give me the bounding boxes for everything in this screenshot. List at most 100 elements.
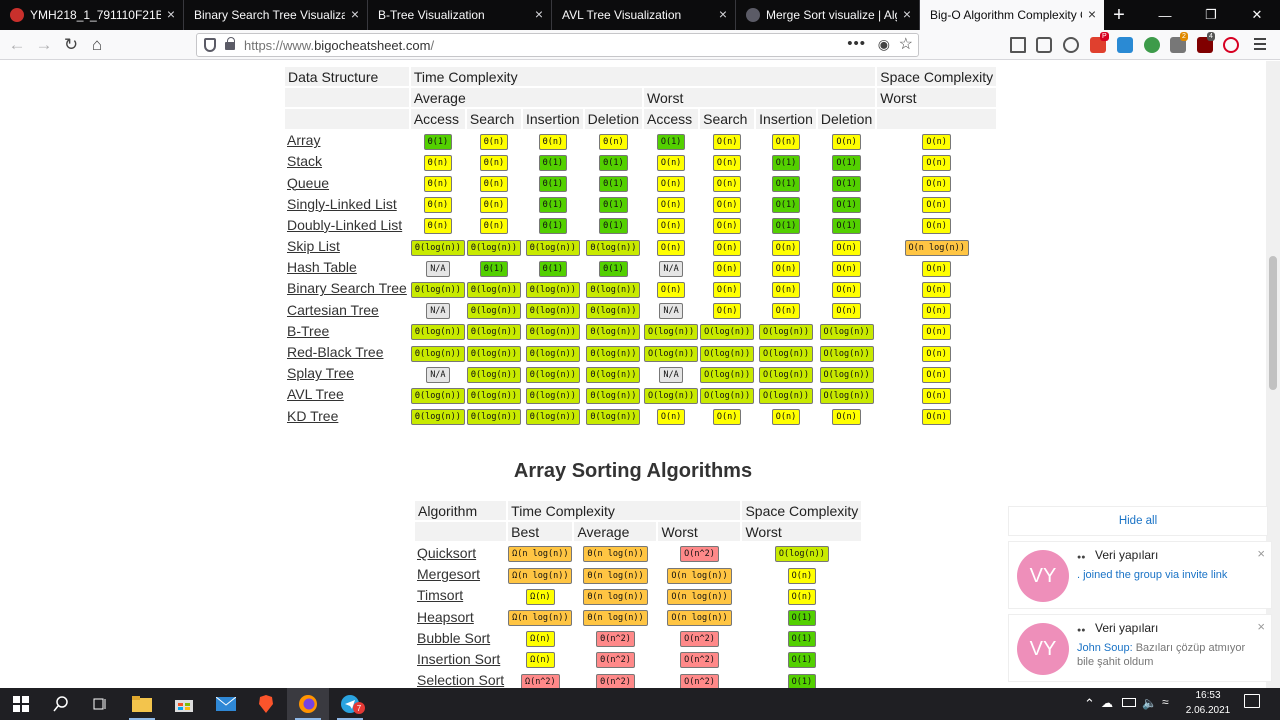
row-name-cell: Hash Table (285, 258, 409, 277)
complexity-cell: O(n) (700, 300, 754, 320)
complexity-badge: O(log(n)) (758, 366, 814, 383)
lock-icon[interactable] (225, 37, 235, 50)
complexity-cell: O(1) (756, 173, 816, 193)
new-tab-button[interactable]: + (1104, 0, 1134, 30)
battery-icon[interactable] (1122, 698, 1136, 707)
close-window-button[interactable]: ✕ (1234, 0, 1280, 30)
algorithm-link[interactable]: Timsort (417, 587, 463, 603)
data-structure-link[interactable]: Array (287, 132, 320, 148)
hamburger-menu-icon[interactable] (1254, 38, 1266, 53)
library-icon[interactable] (1010, 37, 1026, 53)
bookmark-star-icon[interactable]: ☆ (899, 34, 913, 54)
maximize-button[interactable]: ❐ (1188, 0, 1234, 30)
extension-green-icon[interactable] (1144, 37, 1160, 53)
browser-tab[interactable]: Merge Sort visualize | Algorithms × (736, 0, 920, 30)
complexity-cell: Θ(log(n)) (466, 321, 521, 341)
complexity-cell: Θ(n^2) (574, 649, 656, 669)
url-text[interactable]: https://www.bigocheatsheet.com/ (244, 38, 434, 53)
file-explorer-icon[interactable] (121, 688, 163, 720)
data-structure-link[interactable]: Hash Table (287, 259, 357, 275)
back-icon[interactable]: ← (6, 34, 28, 56)
data-structure-link[interactable]: Binary Search Tree (287, 280, 407, 296)
space-complexity-cell: O(1) (742, 628, 861, 648)
data-structure-link[interactable]: Skip List (287, 238, 340, 254)
clock-time[interactable]: 16:53 (1186, 690, 1230, 701)
data-structure-link[interactable]: Singly-Linked List (287, 196, 397, 212)
tab-title: YMH218_1_791110F21B: Veri Yapıları (30, 8, 161, 22)
hide-all-notifications-link[interactable]: Hide all (1008, 506, 1268, 536)
page-actions-icon[interactable]: ••• (847, 35, 866, 52)
clock-date[interactable]: 2.06.2021 (1182, 705, 1234, 716)
complexity-cell: Θ(log(n)) (410, 385, 465, 404)
chat-notification[interactable]: VY ●● Veri yapıları . joined the group via … (1008, 541, 1272, 609)
close-tab-icon[interactable]: × (167, 7, 175, 21)
mail-icon[interactable] (205, 688, 247, 720)
data-structure-link[interactable]: Doubly-Linked List (287, 217, 402, 233)
algorithm-link[interactable]: Heapsort (417, 609, 474, 625)
video-extension-icon[interactable] (1223, 37, 1239, 53)
browser-tab[interactable]: B-Tree Visualization × (368, 0, 552, 30)
tray-chevron-icon[interactable]: ⌃ (1084, 696, 1095, 712)
telegram-icon[interactable]: 7 (329, 688, 371, 720)
action-center-icon[interactable] (1244, 694, 1260, 708)
reload-icon[interactable]: ↻ (60, 34, 82, 56)
data-structure-link[interactable]: Queue (287, 175, 329, 191)
browser-tab[interactable]: YMH218_1_791110F21B: Veri Yapıları × (0, 0, 184, 30)
firefox-icon[interactable] (287, 688, 329, 720)
store-icon[interactable] (163, 688, 205, 720)
close-tab-icon[interactable]: × (1088, 7, 1096, 21)
data-structure-link[interactable]: Splay Tree (287, 365, 354, 381)
complexity-cell: Θ(n) (411, 194, 465, 214)
close-tab-icon[interactable]: × (351, 7, 359, 21)
scrollbar-thumb[interactable] (1269, 256, 1277, 390)
complexity-cell: Θ(log(n)) (523, 321, 583, 341)
data-structure-link[interactable]: KD Tree (287, 408, 338, 424)
header-operation: Deletion (584, 109, 643, 129)
extension-blue-icon[interactable] (1117, 37, 1133, 53)
volume-icon[interactable]: 🔈 (1142, 696, 1157, 710)
browser-tab[interactable]: Big-O Algorithm Complexity Cheat Sheet × (920, 0, 1104, 30)
onedrive-icon[interactable]: ☁ (1101, 696, 1113, 710)
account-icon[interactable] (1063, 37, 1079, 53)
start-button[interactable] (0, 688, 42, 720)
data-structure-link[interactable]: Red-Black Tree (287, 344, 383, 360)
algorithm-link[interactable]: Insertion Sort (417, 651, 500, 667)
complexity-cell: O(n) (644, 406, 698, 426)
wifi-icon[interactable]: ≈ (1162, 695, 1169, 709)
forward-icon[interactable]: → (33, 34, 55, 56)
close-tab-icon[interactable]: × (719, 7, 727, 21)
task-view-icon[interactable] (79, 688, 121, 720)
complexity-cell: O(log(n)) (818, 385, 875, 404)
close-tab-icon[interactable]: × (535, 7, 543, 21)
chat-notification[interactable]: VY ●● Veri yapıları John Soup: Bazıları çöz… (1008, 614, 1272, 682)
browser-tab[interactable]: Binary Search Tree Visualization × (184, 0, 368, 30)
data-structure-link[interactable]: AVL Tree (287, 386, 344, 402)
minimize-button[interactable]: — (1142, 0, 1188, 30)
sidebar-icon[interactable] (1036, 37, 1052, 53)
algorithm-link[interactable]: Quicksort (417, 545, 476, 561)
close-notification-icon[interactable]: × (1257, 619, 1265, 634)
complexity-badge: O(1) (787, 652, 817, 669)
close-tab-icon[interactable]: × (903, 7, 911, 21)
search-icon[interactable] (40, 688, 82, 720)
algorithm-link[interactable]: Selection Sort (417, 672, 504, 688)
data-structure-link[interactable]: B-Tree (287, 323, 329, 339)
fingerprint-icon[interactable]: ◉ (878, 36, 890, 53)
row-name-cell: Selection Sort (415, 671, 506, 688)
data-structure-link[interactable]: Cartesian Tree (287, 302, 379, 318)
complexity-badge: O(log(n)) (758, 324, 814, 341)
algorithm-link[interactable]: Bubble Sort (417, 630, 490, 646)
complexity-cell: Θ(n) (585, 131, 642, 150)
url-bar[interactable]: https://www.bigocheatsheet.com/ ••• ◉ ☆ (196, 33, 919, 57)
brave-browser-icon[interactable] (245, 688, 287, 720)
complexity-badge: O(1) (832, 197, 861, 214)
close-notification-icon[interactable]: × (1257, 546, 1265, 561)
home-icon[interactable]: ⌂ (86, 34, 108, 56)
complexity-badge: O(1) (656, 133, 686, 150)
browser-tab[interactable]: AVL Tree Visualization × (552, 0, 736, 30)
complexity-badge: N/A (426, 260, 450, 277)
url-host: bigocheatsheet.com (314, 38, 431, 53)
algorithm-link[interactable]: Mergesort (417, 566, 480, 582)
tracking-shield-icon[interactable] (204, 38, 216, 52)
data-structure-link[interactable]: Stack (287, 153, 322, 169)
